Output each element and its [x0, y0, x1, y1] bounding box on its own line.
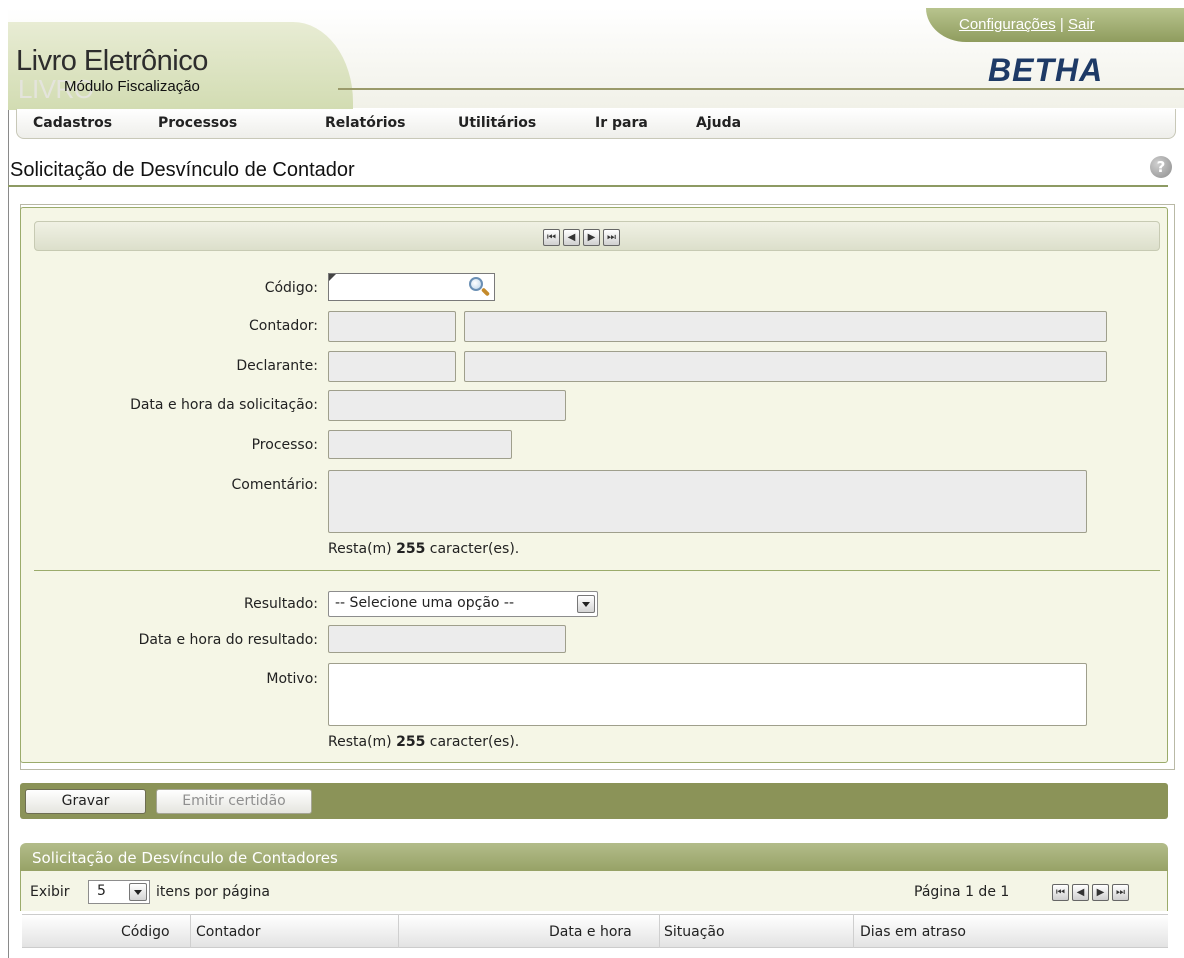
links-separator: |	[1059, 16, 1064, 33]
label-data-resultado: Data e hora do resultado:	[138, 632, 318, 648]
first-page-icon[interactable]: ⏮	[1052, 884, 1069, 901]
prev-page-icon[interactable]: ◀	[1072, 884, 1089, 901]
search-icon[interactable]	[468, 276, 491, 298]
first-record-icon[interactable]: ⏮	[543, 229, 560, 246]
page-info: Página 1 de 1	[914, 884, 1010, 900]
next-record-icon[interactable]: ▶	[583, 229, 600, 246]
grid-pagination: ⏮ ◀ ▶ ⏭	[1052, 884, 1129, 901]
brand-logo: BETHA	[988, 52, 1104, 88]
processo-field	[328, 430, 512, 459]
motivo-textarea[interactable]	[328, 663, 1087, 726]
label-resultado: Resultado:	[243, 596, 318, 612]
label-declarante: Declarante:	[236, 358, 318, 374]
col-contador[interactable]: Contador	[196, 924, 261, 940]
menu-ajuda[interactable]: Ajuda	[696, 115, 741, 131]
per-page-label: itens por página	[156, 884, 270, 900]
label-codigo: Código:	[264, 280, 318, 296]
chevron-down-icon[interactable]	[129, 883, 147, 901]
app-subtitle: Módulo Fiscalização	[64, 78, 200, 95]
exit-link[interactable]: Sair	[1068, 16, 1095, 33]
col-codigo[interactable]: Código	[121, 924, 170, 940]
label-processo: Processo:	[251, 437, 318, 453]
label-comentario: Comentário:	[231, 477, 318, 493]
per-page-select[interactable]: 5	[88, 880, 150, 904]
col-divider	[659, 914, 660, 948]
contador-code-field	[328, 311, 456, 342]
label-data-solicitacao: Data e hora da solicitação:	[130, 397, 318, 413]
menu-relatorios[interactable]: Relatórios	[325, 115, 406, 131]
help-icon[interactable]: ?	[1150, 156, 1172, 178]
menu-processos[interactable]: Processos	[158, 115, 237, 131]
last-page-icon[interactable]: ⏭	[1112, 884, 1129, 901]
col-divider	[398, 914, 399, 948]
config-link[interactable]: Configurações	[959, 16, 1056, 33]
menu-utilitarios[interactable]: Utilitários	[458, 115, 536, 131]
resultado-select[interactable]: -- Selecione uma opção --	[328, 591, 598, 617]
menu-cadastros[interactable]: Cadastros	[33, 115, 112, 131]
comentario-textarea	[328, 470, 1087, 533]
menu-ir-para[interactable]: Ir para	[595, 115, 648, 131]
motivo-counter: Resta(m) 255 caracter(es).	[328, 734, 520, 750]
label-contador: Contador:	[249, 318, 318, 334]
declarante-code-field	[328, 351, 456, 382]
col-data-hora[interactable]: Data e hora	[549, 924, 632, 940]
title-divider	[8, 185, 1168, 187]
contador-name-field	[464, 311, 1107, 342]
save-button[interactable]: Gravar	[25, 789, 146, 814]
next-page-icon[interactable]: ▶	[1092, 884, 1109, 901]
chevron-down-icon[interactable]	[577, 595, 595, 613]
emit-certificate-button: Emitir certidão	[156, 789, 312, 814]
col-divider	[853, 914, 854, 948]
label-motivo: Motivo:	[266, 671, 318, 687]
top-links: Configurações | Sair	[959, 16, 1095, 33]
declarante-name-field	[464, 351, 1107, 382]
show-label: Exibir	[30, 884, 70, 900]
comentario-counter: Resta(m) 255 caracter(es).	[328, 541, 520, 557]
last-record-icon[interactable]: ⏭	[603, 229, 620, 246]
col-dias-atraso[interactable]: Dias em atraso	[860, 924, 966, 940]
col-situacao[interactable]: Situação	[664, 924, 725, 940]
data-resultado-field	[328, 625, 566, 653]
grid-title: Solicitação de Desvínculo de Contadores	[20, 843, 1168, 871]
form-separator	[34, 570, 1160, 571]
app-title: Livro Eletrônico	[16, 45, 208, 77]
data-solicitacao-field	[328, 390, 566, 421]
page-title: Solicitação de Desvínculo de Contador	[10, 159, 355, 181]
col-divider	[190, 914, 191, 948]
prev-record-icon[interactable]: ◀	[563, 229, 580, 246]
record-navigation: ⏮ ◀ ▶ ⏭	[34, 221, 1160, 251]
